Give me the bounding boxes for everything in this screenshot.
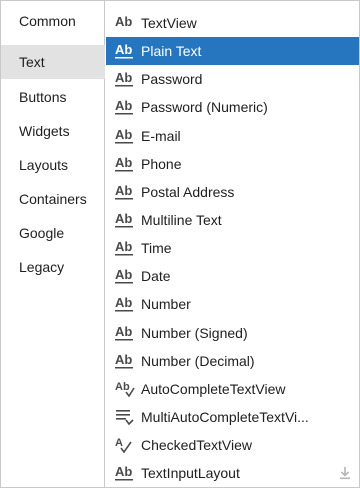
svg-text:Ab: Ab bbox=[115, 98, 132, 113]
widget-label: Time bbox=[141, 240, 172, 256]
widget-label: Plain Text bbox=[141, 43, 202, 59]
edittext-icon: Ab bbox=[115, 464, 135, 482]
widget-password[interactable]: Ab Password bbox=[106, 65, 359, 93]
widget-label: CheckedTextView bbox=[141, 437, 253, 453]
palette-panel: Common Text Buttons Widgets Layouts Cont… bbox=[0, 0, 360, 488]
category-containers[interactable]: Containers bbox=[1, 182, 105, 216]
autocomplete-icon: Ab bbox=[115, 380, 135, 398]
widget-number-decimal[interactable]: Ab Number (Decimal) bbox=[106, 347, 359, 375]
edittext-icon: Ab bbox=[115, 295, 135, 313]
widget-label: TextInputLayout bbox=[141, 465, 240, 481]
widget-label: Password bbox=[141, 71, 203, 87]
widget-label: MultiAutoCompleteTextVi... bbox=[141, 409, 309, 425]
edittext-icon: Ab bbox=[115, 155, 135, 173]
svg-text:Ab: Ab bbox=[115, 211, 132, 226]
svg-text:Ab: Ab bbox=[115, 70, 132, 85]
checkedtext-icon: A bbox=[115, 436, 135, 454]
edittext-icon: Ab bbox=[115, 267, 135, 285]
widget-list: Ab TextView Ab Plain Text Ab Password Ab… bbox=[106, 1, 359, 487]
svg-text:Ab: Ab bbox=[115, 155, 132, 170]
widget-label: AutoCompleteTextView bbox=[141, 381, 286, 397]
widget-label: Phone bbox=[141, 156, 182, 172]
widget-label: Number (Signed) bbox=[141, 325, 248, 341]
category-layouts[interactable]: Layouts bbox=[1, 148, 105, 182]
edittext-icon: Ab bbox=[115, 352, 135, 370]
widget-checked-textview[interactable]: A CheckedTextView bbox=[106, 431, 359, 459]
widget-textinputlayout[interactable]: Ab TextInputLayout bbox=[106, 459, 359, 487]
edittext-icon: Ab bbox=[115, 42, 135, 60]
svg-text:Ab: Ab bbox=[115, 464, 132, 479]
textview-icon: Ab bbox=[115, 14, 135, 32]
widget-phone[interactable]: Ab Phone bbox=[106, 150, 359, 178]
widget-email[interactable]: Ab E-mail bbox=[106, 122, 359, 150]
widget-label: TextView bbox=[141, 15, 197, 31]
widget-textview[interactable]: Ab TextView bbox=[106, 9, 359, 37]
widget-label: E-mail bbox=[141, 128, 181, 144]
widget-multiline-text[interactable]: Ab Multiline Text bbox=[106, 206, 359, 234]
widget-number[interactable]: Ab Number bbox=[106, 290, 359, 318]
edittext-icon: Ab bbox=[115, 183, 135, 201]
widget-multiautocomplete-textview[interactable]: MultiAutoCompleteTextVi... bbox=[106, 403, 359, 431]
edittext-icon: Ab bbox=[115, 70, 135, 88]
svg-text:Ab: Ab bbox=[115, 127, 132, 142]
edittext-icon: Ab bbox=[115, 324, 135, 342]
svg-text:Ab: Ab bbox=[115, 42, 132, 57]
widget-label: Date bbox=[141, 268, 171, 284]
svg-text:Ab: Ab bbox=[115, 381, 130, 393]
svg-text:Ab: Ab bbox=[115, 352, 132, 367]
svg-text:Ab: Ab bbox=[115, 324, 132, 339]
widget-label: Number bbox=[141, 296, 191, 312]
widget-label: Postal Address bbox=[141, 184, 235, 200]
category-google[interactable]: Google bbox=[1, 216, 105, 250]
widget-password-numeric[interactable]: Ab Password (Numeric) bbox=[106, 93, 359, 121]
edittext-icon: Ab bbox=[115, 127, 135, 145]
svg-text:Ab: Ab bbox=[115, 239, 132, 254]
widget-plain-text[interactable]: Ab Plain Text bbox=[106, 37, 359, 65]
svg-text:Ab: Ab bbox=[115, 295, 132, 310]
widget-label: Password (Numeric) bbox=[141, 99, 268, 115]
category-common[interactable]: Common bbox=[1, 4, 105, 38]
category-list: Common Text Buttons Widgets Layouts Cont… bbox=[1, 1, 105, 487]
svg-text:A: A bbox=[115, 437, 123, 449]
widget-number-signed[interactable]: Ab Number (Signed) bbox=[106, 319, 359, 347]
widget-date[interactable]: Ab Date bbox=[106, 262, 359, 290]
multiautocomplete-icon bbox=[115, 408, 135, 426]
edittext-icon: Ab bbox=[115, 211, 135, 229]
widget-postal-address[interactable]: Ab Postal Address bbox=[106, 178, 359, 206]
download-icon[interactable] bbox=[339, 466, 351, 480]
widget-label: Multiline Text bbox=[141, 212, 222, 228]
category-widgets[interactable]: Widgets bbox=[1, 114, 105, 148]
widget-label: Number (Decimal) bbox=[141, 353, 255, 369]
svg-text:Ab: Ab bbox=[115, 183, 132, 198]
edittext-icon: Ab bbox=[115, 98, 135, 116]
widget-time[interactable]: Ab Time bbox=[106, 234, 359, 262]
widget-autocomplete-textview[interactable]: Ab AutoCompleteTextView bbox=[106, 375, 359, 403]
svg-text:Ab: Ab bbox=[115, 14, 132, 29]
category-legacy[interactable]: Legacy bbox=[1, 250, 105, 284]
category-text[interactable]: Text bbox=[1, 45, 105, 79]
svg-text:Ab: Ab bbox=[115, 267, 132, 282]
category-buttons[interactable]: Buttons bbox=[1, 80, 105, 114]
edittext-icon: Ab bbox=[115, 239, 135, 257]
